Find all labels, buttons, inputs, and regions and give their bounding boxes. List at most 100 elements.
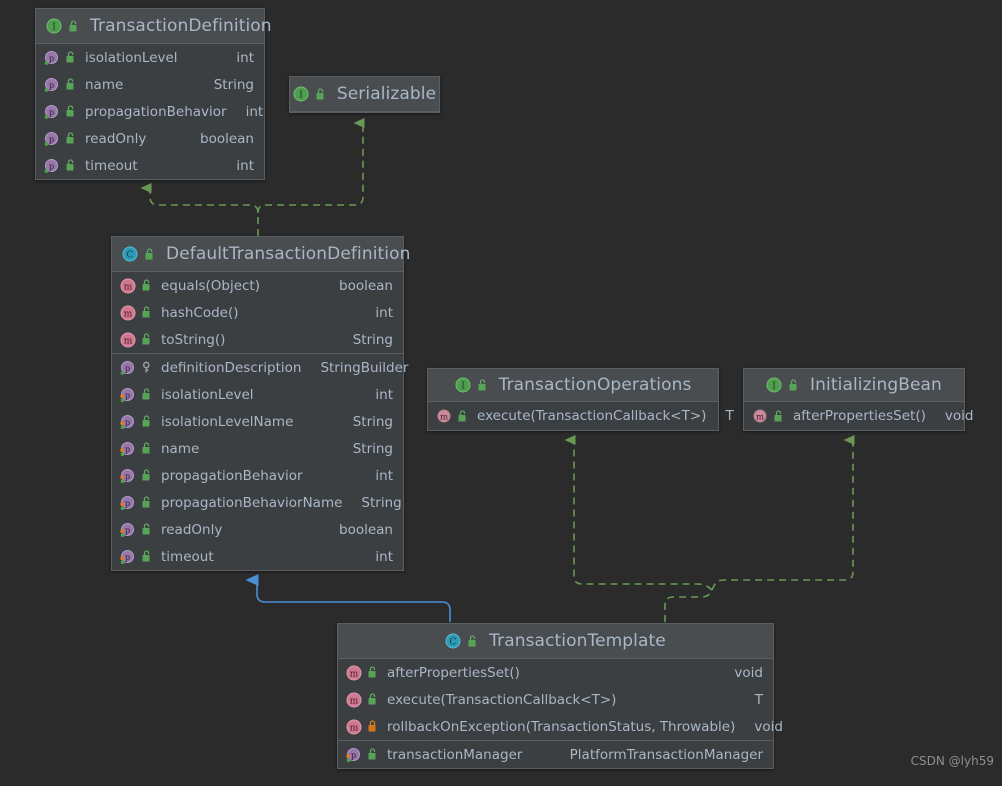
public-lock-icon bbox=[141, 415, 152, 428]
class-icon: C bbox=[445, 633, 461, 649]
public-lock-icon bbox=[65, 78, 76, 91]
member-name: equals(Object) bbox=[161, 277, 260, 294]
member-type: boolean bbox=[339, 521, 393, 538]
method-icon: m bbox=[120, 305, 136, 321]
property-rw-icon: p bbox=[120, 549, 136, 565]
methods-section: m equals(Object) boolean m hashCode() in… bbox=[112, 272, 403, 353]
member-row[interactable]: p isolationLevel int bbox=[112, 381, 403, 408]
member-row[interactable]: p readOnly boolean bbox=[112, 516, 403, 543]
member-row[interactable]: m execute(TransactionCallback<T>) T bbox=[428, 402, 734, 430]
member-row[interactable]: p propagationBehavior int bbox=[112, 462, 403, 489]
method-icon: m bbox=[346, 665, 362, 681]
member-type: String bbox=[213, 76, 254, 93]
class-name: TransactionTemplate bbox=[489, 631, 666, 651]
public-lock-icon bbox=[65, 159, 76, 172]
property-rw-icon: p bbox=[120, 441, 136, 457]
member-name: timeout bbox=[161, 548, 214, 565]
svg-text:p: p bbox=[125, 418, 130, 427]
class-name: TransactionOperations bbox=[498, 375, 692, 395]
svg-text:p: p bbox=[49, 108, 54, 117]
member-type: StringBuilder bbox=[320, 359, 409, 376]
member-row[interactable]: p definitionDescription StringBuilder bbox=[112, 354, 408, 381]
member-row[interactable]: p readOnly boolean bbox=[36, 125, 264, 152]
member-row[interactable]: m rollbackOnException(TransactionStatus,… bbox=[338, 713, 783, 740]
member-name: timeout bbox=[85, 157, 138, 174]
diagram-canvas: I TransactionDefinition p isolationLevel… bbox=[0, 0, 1002, 786]
member-type: void bbox=[754, 718, 783, 735]
svg-text:p: p bbox=[49, 54, 54, 63]
property-rw-icon: p bbox=[120, 414, 136, 430]
public-lock-icon bbox=[65, 51, 76, 64]
public-lock-icon bbox=[144, 247, 155, 261]
member-row[interactable]: m afterPropertiesSet() void bbox=[338, 659, 773, 686]
member-row[interactable]: m equals(Object) boolean bbox=[112, 272, 403, 299]
property-icon: p bbox=[44, 77, 60, 93]
class-box-initializing-bean[interactable]: I InitializingBean m afterPropertiesSet(… bbox=[743, 368, 973, 431]
member-row[interactable]: p propagationBehaviorName String bbox=[112, 489, 403, 516]
svg-text:p: p bbox=[125, 445, 130, 454]
interface-icon: I bbox=[293, 86, 309, 102]
class-box-serializable[interactable]: I Serializable bbox=[289, 76, 440, 113]
public-lock-icon bbox=[477, 378, 488, 392]
interface-icon: I bbox=[46, 18, 62, 34]
property-rw-icon: p bbox=[120, 387, 136, 403]
svg-text:m: m bbox=[350, 723, 359, 733]
member-type: int bbox=[375, 386, 393, 403]
public-lock-icon bbox=[141, 333, 152, 346]
protected-lock-icon bbox=[367, 720, 378, 733]
svg-text:m: m bbox=[350, 669, 359, 679]
class-box-default-transaction-definition[interactable]: C DefaultTransactionDefinition m equals(… bbox=[111, 236, 410, 571]
member-type: String bbox=[352, 331, 393, 348]
member-row[interactable]: m afterPropertiesSet() void bbox=[744, 402, 973, 430]
member-name: readOnly bbox=[85, 130, 147, 147]
public-lock-icon bbox=[65, 105, 76, 118]
class-box-transaction-template[interactable]: C TransactionTemplate m afterPropertiesS… bbox=[337, 623, 783, 769]
member-row[interactable]: p timeout int bbox=[112, 543, 403, 570]
public-lock-icon bbox=[457, 409, 468, 423]
property-rw-icon: p bbox=[120, 468, 136, 484]
member-row[interactable]: m toString() String bbox=[112, 326, 403, 353]
key-icon bbox=[141, 361, 152, 374]
member-name: transactionManager bbox=[387, 746, 523, 763]
member-row[interactable]: p isolationLevel int bbox=[36, 44, 264, 71]
member-row[interactable]: m hashCode() int bbox=[112, 299, 403, 326]
member-row[interactable]: p name String bbox=[36, 71, 264, 98]
member-row[interactable]: m execute(TransactionCallback<T>) T bbox=[338, 686, 773, 713]
member-row[interactable]: p name String bbox=[112, 435, 403, 462]
interface-icon: I bbox=[455, 377, 471, 393]
member-name: isolationLevel bbox=[161, 386, 254, 403]
svg-text:I: I bbox=[299, 91, 303, 101]
member-type: T bbox=[754, 691, 763, 708]
svg-text:m: m bbox=[124, 309, 133, 319]
properties-section: p transactionManager PlatformTransaction… bbox=[338, 740, 773, 768]
watermark: CSDN @lyh59 bbox=[910, 754, 994, 768]
member-row[interactable]: p propagationBehavior int bbox=[36, 98, 264, 125]
member-type: boolean bbox=[339, 277, 393, 294]
svg-text:m: m bbox=[350, 696, 359, 706]
svg-text:p: p bbox=[49, 162, 54, 171]
class-box-transaction-definition[interactable]: I TransactionDefinition p isolationLevel… bbox=[35, 8, 272, 180]
member-row[interactable]: p timeout int bbox=[36, 152, 264, 179]
svg-text:p: p bbox=[125, 526, 130, 535]
edge-tt-implements bbox=[564, 435, 855, 622]
member-row[interactable]: p isolationLevelName String bbox=[112, 408, 403, 435]
public-lock-icon bbox=[141, 523, 152, 536]
member-name: propagationBehaviorName bbox=[161, 494, 343, 511]
properties-section: p isolationLevel int p name String p pro… bbox=[36, 44, 264, 179]
interface-icon: I bbox=[766, 377, 782, 393]
member-name: execute(TransactionCallback<T>) bbox=[477, 408, 707, 424]
public-lock-icon bbox=[367, 666, 378, 679]
property-rw-icon: p bbox=[120, 522, 136, 538]
property-final-icon: p bbox=[120, 360, 136, 376]
svg-text:I: I bbox=[52, 23, 56, 33]
member-row[interactable]: p transactionManager PlatformTransaction… bbox=[338, 741, 773, 768]
member-type: T bbox=[725, 408, 734, 424]
class-header: I InitializingBean bbox=[744, 369, 964, 402]
public-lock-icon bbox=[141, 496, 152, 509]
public-lock-icon bbox=[367, 693, 378, 706]
member-type: int bbox=[375, 304, 393, 321]
abstract-method-icon: m bbox=[752, 408, 768, 424]
class-name: TransactionDefinition bbox=[90, 16, 272, 36]
class-header: C TransactionTemplate bbox=[338, 624, 773, 659]
class-box-transaction-operations[interactable]: I TransactionOperations m execute(Transa… bbox=[427, 368, 734, 431]
